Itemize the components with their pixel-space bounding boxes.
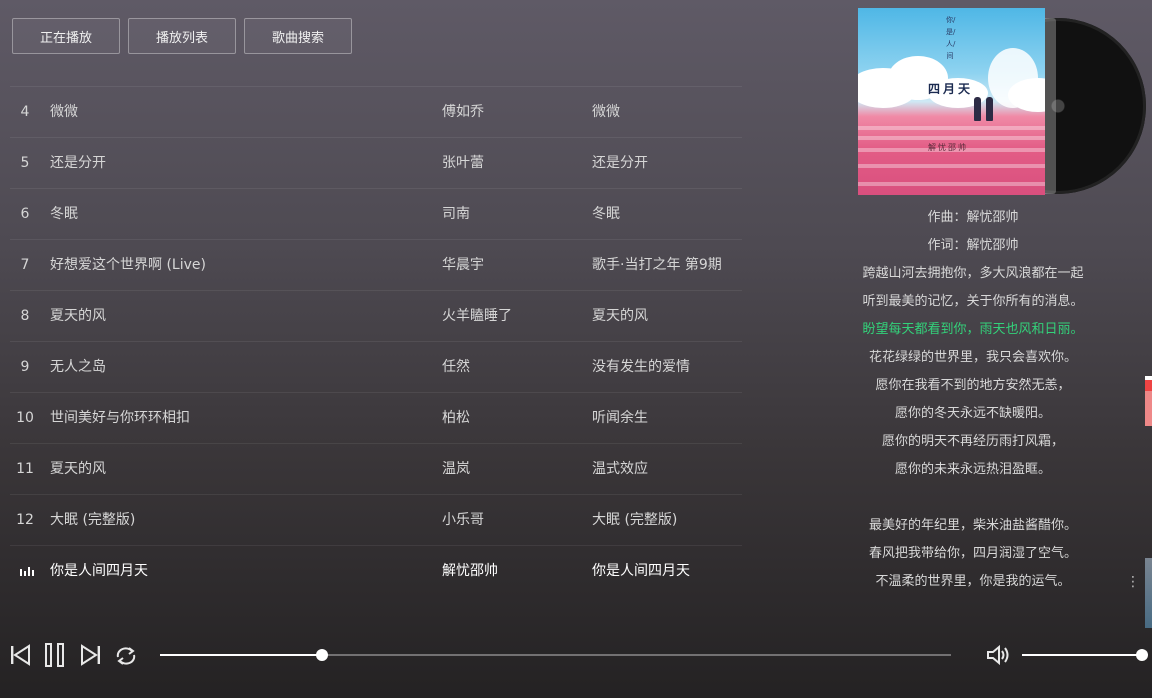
song-artist: 司南: [442, 206, 470, 222]
song-index: 6: [20, 206, 30, 222]
song-index: 7: [20, 257, 30, 273]
album-cover: 你/是/人/间 四月天 解忧邵帅: [858, 8, 1045, 195]
lyric-line: 作词：解忧邵帅: [927, 238, 1019, 253]
song-album: 听闻余生: [592, 410, 648, 426]
side-volume-meter: [1145, 558, 1152, 628]
song-list: 4 微微 傅如乔 微微 5 还是分开 张叶蕾 还是分开 6 冬眠 司南 冬眠 7 好想爱这个世界啊 (Li…: [10, 86, 742, 596]
song-artist: 柏松: [442, 410, 470, 426]
lyric-line: 花花绿绿的世界里，我只会喜欢你。: [868, 350, 1077, 365]
song-album: 没有发生的爱情: [592, 359, 690, 375]
song-row[interactable]: 11 夏天的风 温岚 温式效应: [10, 443, 742, 494]
song-row[interactable]: 你是人间四月天 解忧邵帅 你是人间四月天: [10, 545, 742, 596]
player-controls: [0, 636, 1152, 676]
album-art-area: 你/是/人/间 四月天 解忧邵帅: [858, 8, 1146, 198]
song-album: 还是分开: [592, 155, 648, 171]
lyric-line: 听到最美的记忆，关于你所有的消息。: [862, 294, 1084, 309]
song-album: 温式效应: [592, 461, 648, 477]
lyric-line: 愿你的冬天永远不缺暖阳。: [894, 406, 1051, 421]
song-artist: 火羊瞌睡了: [442, 308, 512, 324]
song-album: 你是人间四月天: [592, 563, 690, 579]
song-row[interactable]: 10 世间美好与你环环相扣 柏松 听闻余生: [10, 392, 742, 443]
song-artist: 小乐哥: [442, 512, 484, 528]
song-row[interactable]: 4 微微 傅如乔 微微: [10, 86, 742, 137]
more-options-icon[interactable]: ⋮: [1126, 574, 1140, 590]
song-index: 11: [16, 461, 34, 477]
repeat-icon[interactable]: [114, 645, 138, 667]
lyric-line-active: 盼望每天都看到你，雨天也风和日丽。: [862, 322, 1084, 337]
volume-icon[interactable]: [986, 644, 1012, 666]
cover-signature: 解忧邵帅: [928, 143, 968, 152]
lyric-line: [812, 484, 1134, 512]
song-name: 夏天的风: [50, 461, 106, 477]
volume-slider[interactable]: [1022, 649, 1148, 661]
lyric-line: 愿你的未来永远热泪盈眶。: [894, 462, 1051, 477]
progress-knob[interactable]: [316, 649, 329, 661]
tab-now-playing[interactable]: 正在播放: [12, 18, 120, 54]
song-index: 8: [20, 308, 30, 324]
song-name: 微微: [50, 104, 78, 120]
volume-fill: [1022, 654, 1142, 656]
song-index: 5: [20, 155, 30, 171]
song-name: 大眠 (完整版): [50, 512, 136, 528]
song-album: 冬眠: [592, 206, 620, 222]
song-row[interactable]: 6 冬眠 司南 冬眠: [10, 188, 742, 239]
lyric-line: 不温柔的世界里，你是我的运气。: [875, 574, 1071, 589]
song-row[interactable]: 9 无人之岛 任然 没有发生的爱情: [10, 341, 742, 392]
tab-bar: 正在播放 播放列表 歌曲搜索: [12, 18, 352, 54]
song-row[interactable]: 8 夏天的风 火羊瞌睡了 夏天的风: [10, 290, 742, 341]
song-artist: 解忧邵帅: [442, 563, 498, 579]
song-artist: 华晨宇: [442, 257, 484, 273]
lyric-line: 春风把我带给你，四月润湿了空气。: [868, 546, 1077, 561]
song-name: 还是分开: [50, 155, 106, 171]
song-row[interactable]: 5 还是分开 张叶蕾 还是分开: [10, 137, 742, 188]
song-index: 4: [20, 104, 30, 120]
lyrics-panel: 作曲：解忧邵帅 作词：解忧邵帅跨越山河去拥抱你，多大风浪都在一起 听到最美的记忆，关…: [812, 204, 1134, 596]
tab-song-search[interactable]: 歌曲搜索: [244, 18, 352, 54]
side-scroll-marker[interactable]: [1145, 376, 1152, 426]
song-artist: 张叶蕾: [442, 155, 484, 171]
song-artist: 任然: [442, 359, 470, 375]
cover-title: 四月天: [928, 82, 974, 96]
now-playing-icon: [20, 567, 34, 576]
lyric-line: 跨越山河去拥抱你，多大风浪都在一起: [862, 266, 1084, 281]
song-index: 12: [16, 512, 34, 528]
volume-knob[interactable]: [1136, 649, 1148, 661]
song-album: 夏天的风: [592, 308, 648, 324]
song-name: 世间美好与你环环相扣: [50, 410, 190, 426]
progress-fill: [160, 654, 323, 656]
song-album: 微微: [592, 104, 620, 120]
song-index: 10: [16, 410, 34, 426]
lyric-line: 愿你在我看不到的地方安然无恙，: [875, 378, 1071, 393]
song-artist: 傅如乔: [442, 104, 484, 120]
song-album: 歌手·当打之年 第9期: [592, 257, 722, 273]
song-name: 好想爱这个世界啊 (Live): [50, 257, 206, 273]
song-name: 无人之岛: [50, 359, 106, 375]
lyric-line: 最美好的年纪里，柴米油盐酱醋你。: [868, 518, 1077, 533]
pause-icon[interactable]: [44, 642, 66, 668]
next-icon[interactable]: [80, 644, 102, 666]
song-album: 大眠 (完整版): [592, 512, 678, 528]
lyric-line: 愿你的明天不再经历雨打风霜，: [881, 434, 1064, 449]
song-index: 9: [20, 359, 30, 375]
song-row[interactable]: 7 好想爱这个世界啊 (Live) 华晨宇 歌手·当打之年 第9期: [10, 239, 742, 290]
cover-vertical-text: 你/是/人/间: [946, 16, 956, 60]
song-name: 夏天的风: [50, 308, 106, 324]
lyric-line: 作曲：解忧邵帅: [927, 210, 1019, 225]
song-artist: 温岚: [442, 461, 470, 477]
prev-icon[interactable]: [9, 644, 31, 666]
progress-bar[interactable]: [160, 649, 951, 661]
song-row[interactable]: 12 大眠 (完整版) 小乐哥 大眠 (完整版): [10, 494, 742, 545]
song-name: 你是人间四月天: [50, 563, 148, 579]
tab-playlist[interactable]: 播放列表: [128, 18, 236, 54]
song-name: 冬眠: [50, 206, 78, 222]
